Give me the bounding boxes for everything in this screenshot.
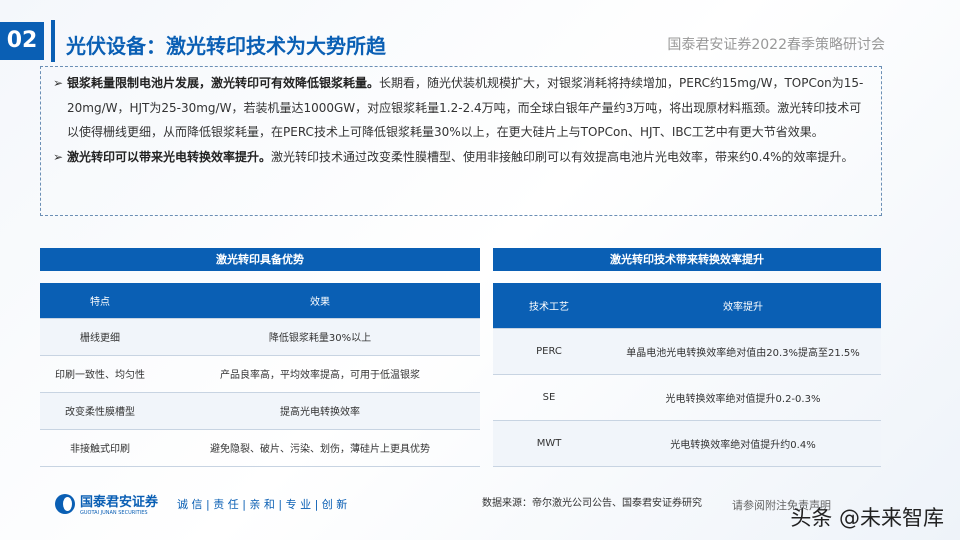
summary-point: ➢ 银浆耗量限制电池片发展，激光转印可有效降低银浆耗量。长期看，随光伏装机规模扩大…: [53, 71, 873, 145]
table-row: 改变柔性膜槽型 提高光电转换效率: [40, 392, 480, 430]
slogan: 诚 信 | 责 任 | 亲 和 | 专 业 | 创 新: [177, 497, 348, 511]
summary-text: 激光转印技术通过改变柔性膜槽型、使用非接触印刷可以有效提高电池片光电效率，带来约…: [271, 149, 854, 164]
right-table-title: 激光转印技术带来转换效率提升: [493, 248, 881, 271]
table-row: MWT 光电转换效率绝对值提升约0.4%: [493, 420, 881, 467]
table-row: 栅线更细 降低银浆耗量30%以上: [40, 318, 480, 356]
column-header: 特点: [40, 283, 160, 319]
summary-point: ➢ 激光转印可以带来光电转换效率提升。激光转印技术通过改变柔性膜槽型、使用非接触印…: [53, 145, 873, 170]
table-row: 印刷一致性、均匀性 产品良率高，平均效率提高，可用于低温银浆: [40, 355, 480, 393]
page-title: 光伏设备：激光转印技术为大势所趋: [66, 34, 386, 58]
arrow-bullet-icon: ➢: [53, 149, 64, 164]
column-header: 技术工艺: [493, 283, 605, 329]
title-divider: [51, 20, 55, 62]
summary-bold: 激光转印可以带来光电转换效率提升。: [67, 149, 272, 164]
logo-text: 国泰君安证券: [80, 495, 159, 510]
table-row: PERC 单晶电池光电转换效率绝对值由20.3%提高至21.5%: [493, 328, 881, 375]
cell: 避免隐裂、破片、污染、划伤，薄硅片上更具优势: [160, 429, 480, 467]
arrow-bullet-icon: ➢: [53, 76, 64, 90]
cell: 栅线更细: [40, 318, 160, 356]
data-source: 数据来源：帝尔激光公司公告、国泰君安证券研究: [482, 498, 702, 509]
column-header: 效果: [160, 283, 480, 319]
cell: 单晶电池光电转换效率绝对值由20.3%提高至21.5%: [605, 328, 881, 375]
cell: 光电转换效率绝对值提升约0.4%: [605, 420, 881, 467]
summary-bold: 银浆耗量限制电池片发展，激光转印可有效降低银浆耗量。: [67, 76, 380, 90]
efficiency-table: 技术工艺 效率提升 PERC 单晶电池光电转换效率绝对值由20.3%提高至21.5%…: [493, 283, 881, 467]
cell: 降低银浆耗量30%以上: [160, 318, 480, 356]
cell: SE: [493, 374, 605, 421]
logo-icon: [55, 493, 75, 514]
table-row: 非接触式印刷 避免隐裂、破片、污染、划伤，薄硅片上更具优势: [40, 429, 480, 467]
summary-box: ➢ 银浆耗量限制电池片发展，激光转印可有效降低银浆耗量。长期看，随光伏装机规模扩大…: [40, 66, 882, 216]
cell: 非接触式印刷: [40, 429, 160, 467]
conference-name: 国泰君安证券2022春季策略研讨会: [667, 37, 885, 53]
table-row: SE 光电转换效率绝对值提升0.2-0.3%: [493, 374, 881, 421]
cell: 提高光电转换效率: [160, 392, 480, 430]
advantages-table: 特点 效果 栅线更细 降低银浆耗量30%以上 印刷一致性、均匀性 产品良率高，平均效率…: [40, 283, 480, 467]
column-header: 效率提升: [605, 283, 881, 329]
cell: PERC: [493, 328, 605, 375]
cell: 光电转换效率绝对值提升0.2-0.3%: [605, 374, 881, 421]
watermark: 头条 @未来智库: [790, 506, 944, 530]
cell: MWT: [493, 420, 605, 467]
logo-subtext: GUOTAI JUNAN SECURITIES: [80, 510, 148, 516]
left-table-title: 激光转印具备优势: [40, 248, 480, 271]
cell: 产品良率高，平均效率提高，可用于低温银浆: [160, 355, 480, 393]
section-number: 02: [0, 22, 44, 60]
company-logo: 国泰君安证券 GUOTAI JUNAN SECURITIES 诚 信 | 责 任 …: [55, 491, 347, 516]
cell: 印刷一致性、均匀性: [40, 355, 160, 393]
cell: 改变柔性膜槽型: [40, 392, 160, 430]
